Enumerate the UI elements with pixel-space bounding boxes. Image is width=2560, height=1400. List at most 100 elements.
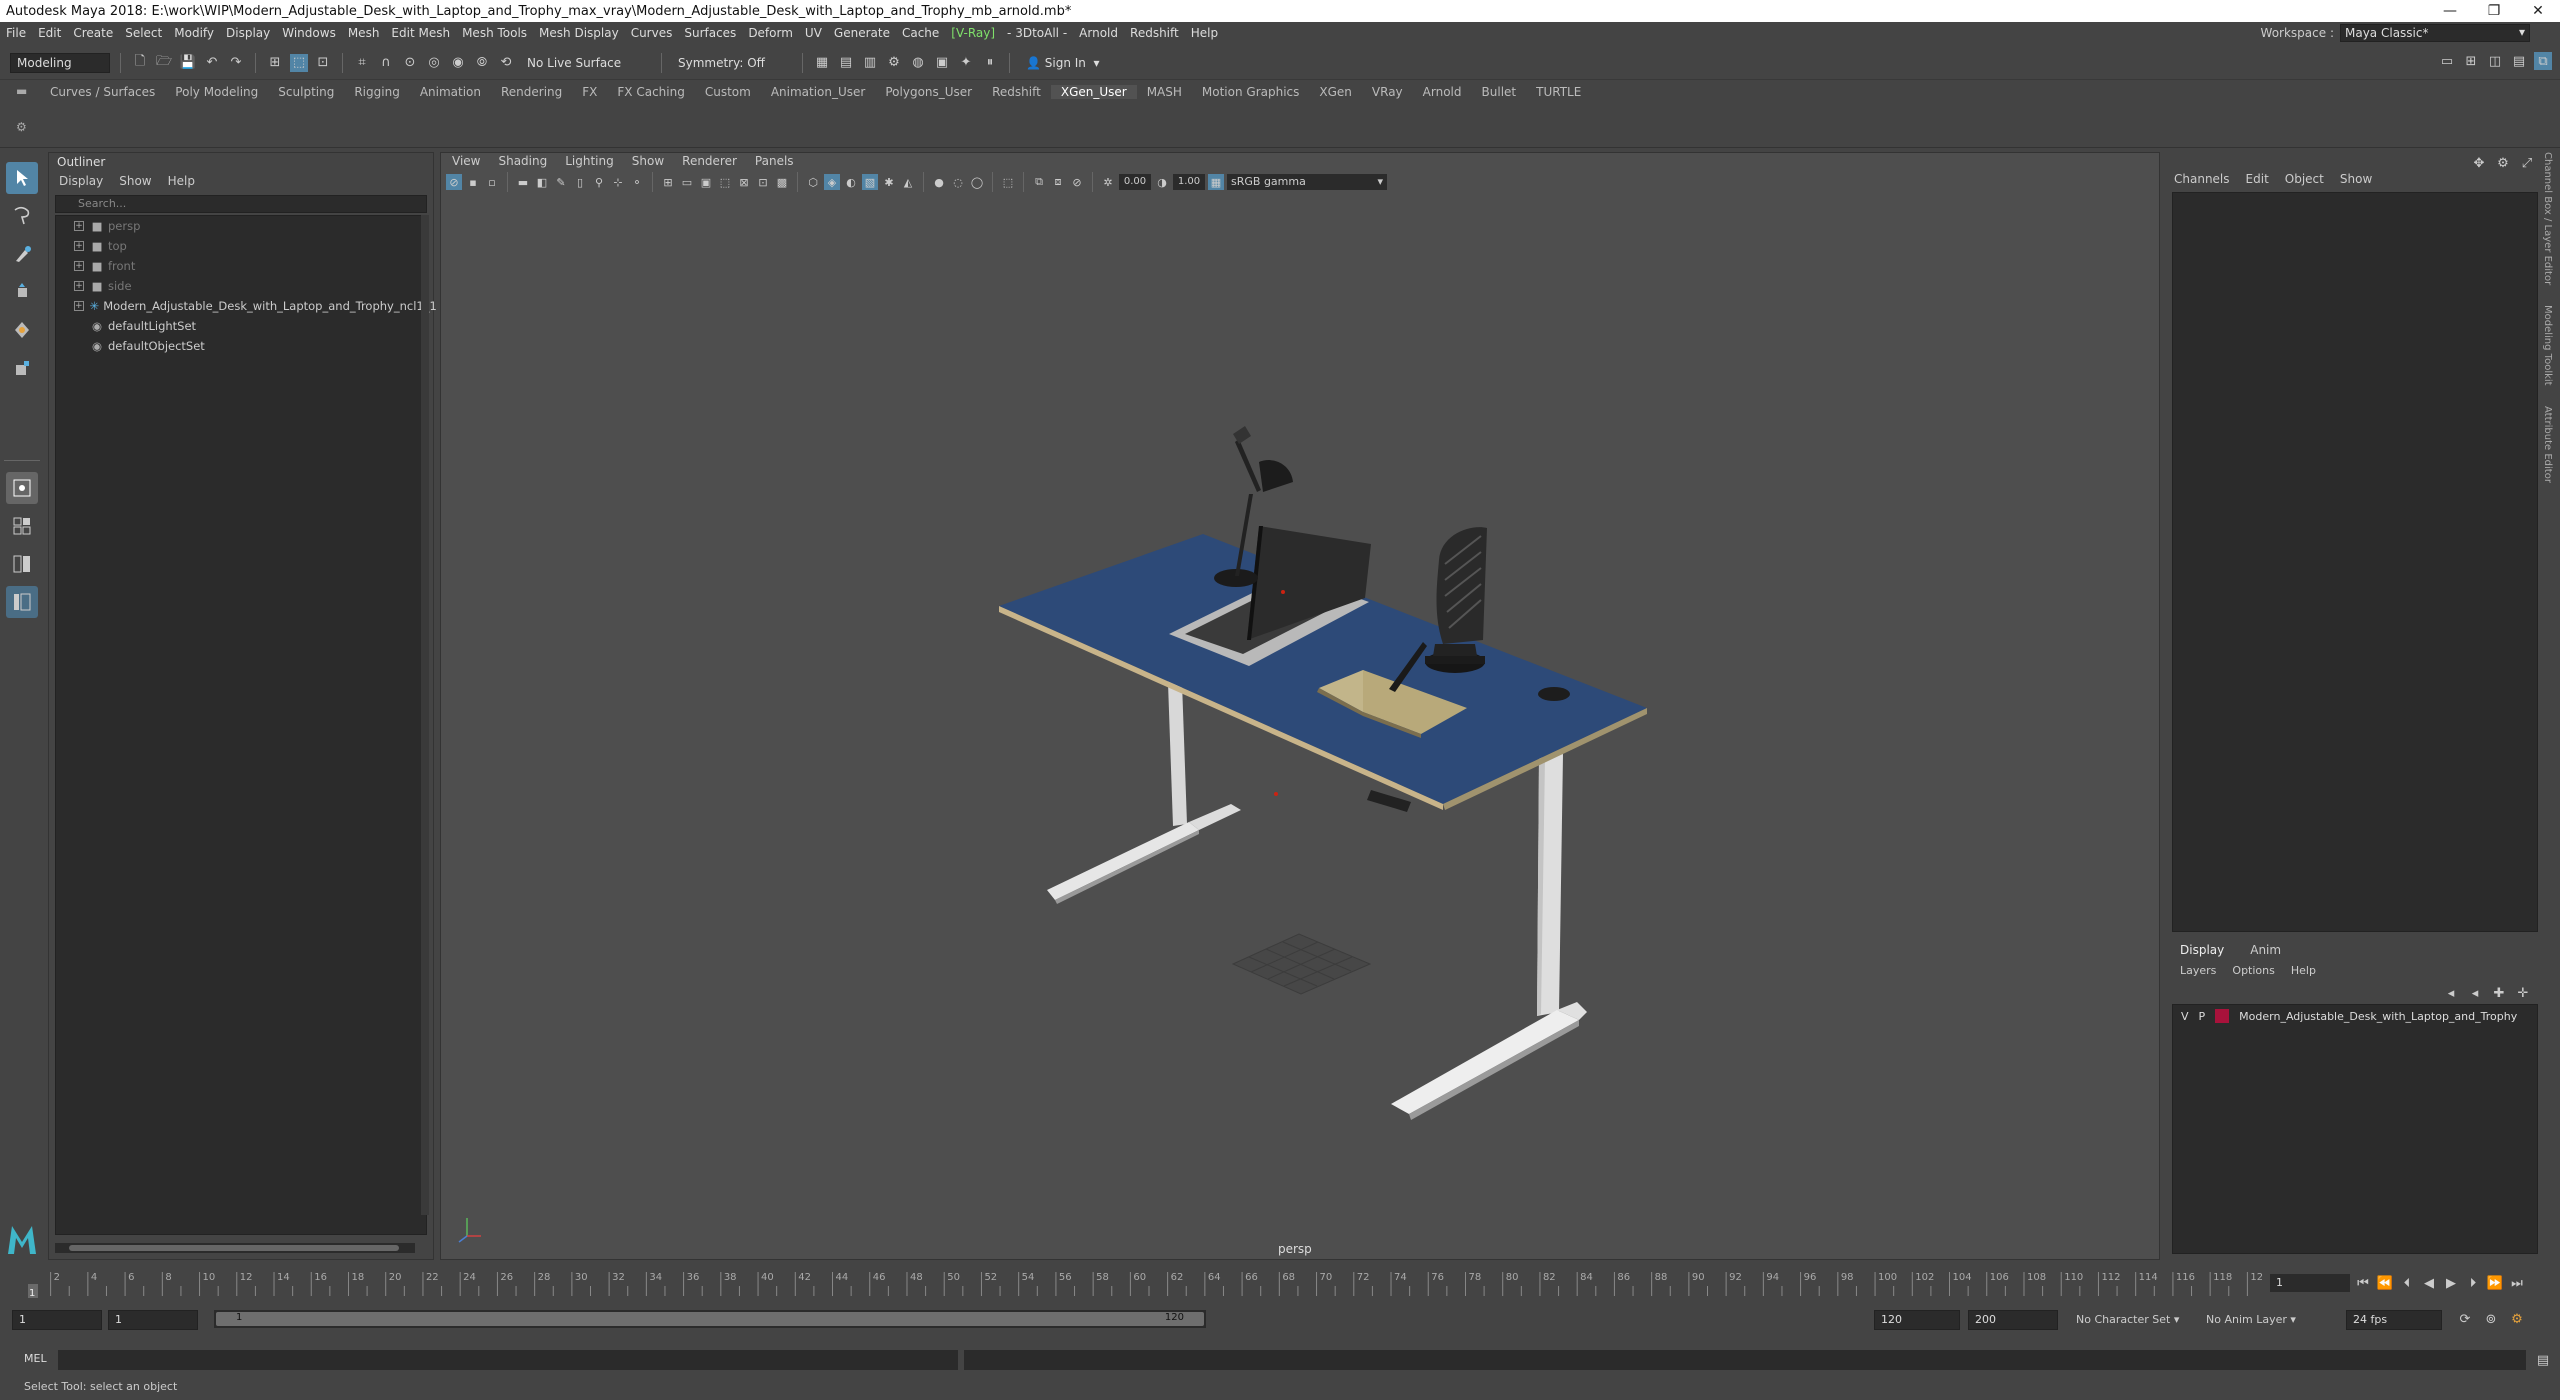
menu-windows[interactable]: Windows bbox=[276, 26, 342, 40]
snap-curve-icon[interactable]: ∩ bbox=[377, 54, 395, 72]
viewport-menu-lighting[interactable]: Lighting bbox=[565, 154, 614, 172]
minimize-button[interactable]: — bbox=[2428, 3, 2472, 19]
menu-curves[interactable]: Curves bbox=[625, 26, 679, 40]
color-management-icon[interactable]: ▦ bbox=[1208, 174, 1224, 190]
viewport-menu-show[interactable]: Show bbox=[632, 154, 664, 172]
tab-anim[interactable]: Anim bbox=[2250, 943, 2281, 957]
shelf-tab[interactable]: Animation_User bbox=[761, 85, 876, 99]
sign-in-button[interactable]: 👤 Sign In ▾ bbox=[1020, 53, 1130, 73]
shelf-tab[interactable]: Redshift bbox=[982, 85, 1051, 99]
smooth-shade-icon[interactable]: ⊠ bbox=[736, 174, 752, 190]
step-forward-key-icon[interactable]: ⏩ bbox=[2486, 1274, 2504, 1292]
snap-view-icon[interactable]: ◉ bbox=[449, 54, 467, 72]
viewport-menu-shading[interactable]: Shading bbox=[498, 154, 547, 172]
open-scene-icon[interactable]: 🗁 bbox=[155, 54, 173, 72]
channelbox-toggle-icon[interactable]: ✥ bbox=[2470, 154, 2488, 172]
viewport-menu-renderer[interactable]: Renderer bbox=[682, 154, 737, 172]
layer-menu-options[interactable]: Options bbox=[2232, 964, 2274, 977]
motion-blur-icon[interactable]: ▧ bbox=[862, 174, 878, 190]
scale-tool-icon[interactable] bbox=[6, 352, 38, 384]
hud-icon[interactable]: ⧉ bbox=[1031, 174, 1047, 190]
lasso-tool-icon[interactable] bbox=[6, 200, 38, 232]
shelf-tab[interactable]: Motion Graphics bbox=[1192, 85, 1310, 99]
shelf-tab[interactable]: Arnold bbox=[1413, 85, 1472, 99]
outliner-item-side[interactable]: + ■ side bbox=[56, 276, 426, 296]
outliner-hscrollbar[interactable] bbox=[55, 1243, 415, 1253]
shelf-tab[interactable]: Bullet bbox=[1472, 85, 1527, 99]
step-back-frame-icon[interactable]: ⏴ bbox=[2398, 1274, 2416, 1292]
render-settings-icon[interactable]: ⚙ bbox=[885, 54, 903, 72]
snap-grid-icon[interactable]: ⌗ bbox=[353, 54, 371, 72]
expand-icon[interactable]: + bbox=[74, 281, 84, 291]
anim-end-field[interactable]: 120 bbox=[1874, 1310, 1960, 1330]
anim-start-field[interactable]: 1 bbox=[108, 1310, 198, 1330]
menu-select[interactable]: Select bbox=[119, 26, 168, 40]
shelf-tab[interactable]: Poly Modeling bbox=[165, 85, 268, 99]
expand-icon[interactable]: + bbox=[74, 301, 84, 311]
loop-icon[interactable]: ⟳ bbox=[2456, 1310, 2474, 1328]
xray-joints-icon[interactable]: ◯ bbox=[969, 174, 985, 190]
xray-components-icon[interactable]: ⬚ bbox=[1000, 174, 1016, 190]
depth-of-field-icon[interactable]: ◭ bbox=[900, 174, 916, 190]
exposure-field[interactable]: 0.00 bbox=[1119, 174, 1151, 190]
menu-mesh[interactable]: Mesh bbox=[342, 26, 386, 40]
outliner-vscrollbar[interactable] bbox=[421, 215, 429, 1215]
outliner-menu-help[interactable]: Help bbox=[168, 174, 195, 188]
resolution-gate-icon[interactable]: ⚲ bbox=[591, 174, 607, 190]
close-button[interactable]: ✕ bbox=[2516, 3, 2560, 19]
shelf-tab-active[interactable]: XGen_User bbox=[1050, 85, 1137, 99]
menu-redshift[interactable]: Redshift bbox=[1124, 26, 1185, 40]
ipr-render-icon[interactable]: ▥ bbox=[861, 54, 879, 72]
layer-name[interactable]: Modern_Adjustable_Desk_with_Laptop_and_T… bbox=[2239, 1010, 2517, 1023]
range-slider[interactable]: 1 120 bbox=[214, 1310, 1206, 1328]
gamma-icon[interactable]: ◑ bbox=[1154, 174, 1170, 190]
layout-single-icon[interactable]: ▭ bbox=[2438, 52, 2456, 70]
channelbox-menu-edit[interactable]: Edit bbox=[2246, 172, 2269, 186]
color-space-dropdown[interactable]: sRGB gamma ▾ bbox=[1227, 174, 1387, 190]
snap-surface-icon[interactable]: ◎ bbox=[425, 54, 443, 72]
tab-display[interactable]: Display bbox=[2180, 943, 2224, 957]
shelf-tab[interactable]: Curves / Surfaces bbox=[40, 85, 165, 99]
gamma-field[interactable]: 1.00 bbox=[1173, 174, 1205, 190]
gate-mask-icon[interactable]: ⊹ bbox=[610, 174, 626, 190]
time-ruler[interactable]: 2 4 6 8 10 12 14 16 18 20 22 24 26 28 30 32 34 36 38 40 42 44… bbox=[28, 1266, 2262, 1298]
scroll-thumb[interactable] bbox=[69, 1245, 399, 1251]
outliner-menu-display[interactable]: Display bbox=[59, 174, 103, 188]
hypershade-icon[interactable]: ◍ bbox=[909, 54, 927, 72]
end-time-field[interactable]: 200 bbox=[1968, 1310, 2058, 1330]
move-tool-icon[interactable] bbox=[6, 276, 38, 308]
layout-four-icon[interactable]: ⊞ bbox=[2462, 52, 2480, 70]
film-gate-icon[interactable]: ▯ bbox=[572, 174, 588, 190]
select-camera-icon[interactable]: ⊘ bbox=[446, 174, 462, 190]
outliner-item-top[interactable]: + ■ top bbox=[56, 236, 426, 256]
expand-icon[interactable]: + bbox=[74, 221, 84, 231]
menu-file[interactable]: File bbox=[0, 26, 32, 40]
render-sequence-icon[interactable]: ▤ bbox=[837, 54, 855, 72]
menu-deform[interactable]: Deform bbox=[742, 26, 799, 40]
grease-pencil-icon[interactable]: ✎ bbox=[553, 174, 569, 190]
anim-prefs-icon[interactable]: ⚙ bbox=[2508, 1310, 2526, 1328]
shelf-options-icon[interactable]: ⚙ bbox=[16, 120, 27, 134]
auto-key-icon[interactable]: ⊚ bbox=[2482, 1310, 2500, 1328]
symmetry-dropdown[interactable]: Symmetry: Off bbox=[672, 53, 792, 73]
channelbox-menu-channels[interactable]: Channels bbox=[2174, 172, 2230, 186]
multisample-aa-icon[interactable]: ✱ bbox=[881, 174, 897, 190]
menu-edit-mesh[interactable]: Edit Mesh bbox=[385, 26, 456, 40]
outliner-item-persp[interactable]: + ■ persp bbox=[56, 216, 426, 236]
menu-mesh-tools[interactable]: Mesh Tools bbox=[456, 26, 533, 40]
move-layer-down-icon[interactable]: ◂ bbox=[2466, 984, 2484, 1002]
display-mode-icon[interactable]: ⊘ bbox=[1069, 174, 1085, 190]
shelf-tab[interactable]: Rendering bbox=[491, 85, 572, 99]
shelf-tab[interactable]: Sculpting bbox=[268, 85, 344, 99]
new-layer-selected-icon[interactable]: ✛ bbox=[2514, 984, 2532, 1002]
isolate-select-icon[interactable]: ● bbox=[931, 174, 947, 190]
shelf-tab[interactable]: MASH bbox=[1137, 85, 1192, 99]
anim-layer-dropdown[interactable]: No Anim Layer ▾ bbox=[2206, 1313, 2296, 1326]
outliner-menu-show[interactable]: Show bbox=[119, 174, 151, 188]
two-pane-icon[interactable] bbox=[6, 548, 38, 580]
paint-select-icon[interactable] bbox=[6, 238, 38, 270]
layer-playback-toggle[interactable]: P bbox=[2199, 1010, 2206, 1023]
layout-two-icon[interactable]: ◫ bbox=[2486, 52, 2504, 70]
start-time-field[interactable]: 1 bbox=[12, 1310, 102, 1330]
menu-3dtoall[interactable]: - 3DtoAll - bbox=[1001, 26, 1073, 40]
